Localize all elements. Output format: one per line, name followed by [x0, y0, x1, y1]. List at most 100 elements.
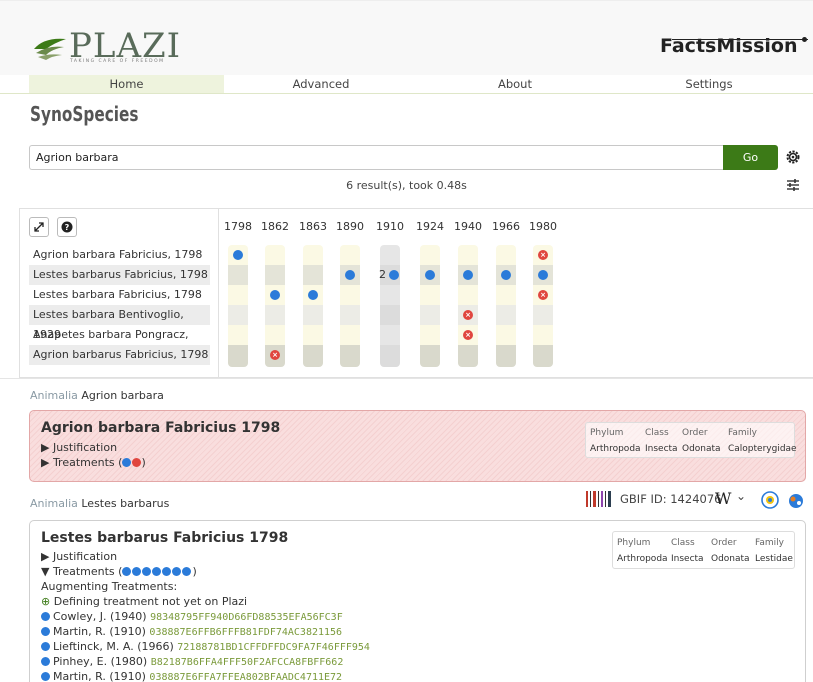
treatment-id[interactable]: 72188781BD1CFFDFFDC9FA7F46FFF954	[177, 642, 370, 653]
timeline-cell	[380, 245, 400, 265]
deprecated-treatment-dot[interactable]: ×	[270, 350, 280, 360]
timeline-cell	[303, 305, 323, 325]
timeline-cell	[420, 345, 440, 367]
taxon-name: Agrion barbara	[81, 389, 164, 402]
treatment-dot[interactable]	[270, 290, 280, 300]
treatment-id[interactable]: 038887E6FFA7FFEA802BFAADC4711E72	[149, 672, 342, 682]
treatment-dot[interactable]	[425, 270, 435, 280]
timeline-cell	[303, 345, 323, 367]
treatment-item[interactable]: Pinhey, E. (1980) B82187B6FFA4FFF50F2AFC…	[41, 655, 343, 668]
treatment-dot[interactable]	[233, 250, 243, 260]
wikidata-icon[interactable]: W	[715, 489, 731, 508]
treatments-label: ▶ Treatments (	[41, 456, 123, 469]
expand-button[interactable]	[29, 217, 49, 237]
treatment-dot	[41, 627, 50, 636]
timeline-cell	[380, 345, 400, 367]
treatment-item[interactable]: Martin, R. (1910) 038887E6FFB6FFFB81FDF7…	[41, 625, 342, 638]
synonym-row[interactable]: Lestes barbara Fabricius, 1798	[29, 285, 210, 305]
treatments-toggle[interactable]: ▼ Treatments ()	[41, 565, 197, 578]
deprecated-treatment-dot[interactable]: ×	[538, 290, 548, 300]
filter-sliders-icon[interactable]	[786, 178, 800, 192]
class-header: Class	[645, 428, 669, 438]
timeline-cell	[340, 285, 360, 305]
classification-table: Phylum Class Order Family Arthropoda Ins…	[612, 531, 795, 569]
timeline-cell	[458, 285, 478, 305]
taxon-name: Lestes barbarus	[81, 497, 170, 510]
expand-icon	[34, 222, 44, 232]
timeline-cell	[380, 305, 400, 325]
deprecated-treatment-dot[interactable]: ×	[538, 250, 548, 260]
taxon-heading: Animalia Agrion barbara	[30, 389, 164, 402]
treatment-dot[interactable]	[538, 270, 548, 280]
timeline-cell	[533, 305, 553, 325]
treatment-dot[interactable]	[389, 270, 399, 280]
treatment-item[interactable]: Cowley, J. (1940) 98348795FF940D66FD8853…	[41, 610, 343, 623]
treatment-dot	[162, 567, 172, 576]
chevron-down-icon[interactable]: ⌄	[736, 489, 746, 503]
treatment-dot	[122, 567, 132, 576]
gear-icon[interactable]	[784, 148, 802, 166]
nav-home[interactable]: Home	[29, 75, 224, 93]
treatment-id[interactable]: 98348795FF940D66FD88535EFA56FC3F	[150, 612, 343, 623]
year-label: 1980	[529, 220, 557, 233]
justification-toggle[interactable]: ▶ Justification	[41, 550, 117, 563]
help-button[interactable]: ?	[57, 217, 77, 237]
order-value: Odonata	[682, 444, 721, 454]
synonym-row[interactable]: Agrion barbarus Fabricius, 1798	[29, 345, 210, 365]
year-label: 1910	[376, 220, 404, 233]
treatment-dot[interactable]	[501, 270, 511, 280]
synonym-row[interactable]: Anapetes barbara Pongracz, 1911	[29, 325, 210, 361]
timeline-divider	[218, 208, 219, 378]
svg-text:?: ?	[65, 223, 70, 232]
family-header: Family	[728, 428, 757, 438]
help-icon: ?	[61, 221, 73, 233]
deprecated-treatment-dot[interactable]: ×	[463, 330, 473, 340]
treatment-dot	[41, 612, 50, 621]
nav-about[interactable]: About	[418, 75, 612, 93]
timeline-cell	[496, 305, 516, 325]
treatment-author: Pinhey, E. (1980)	[53, 655, 148, 668]
class-header: Class	[671, 538, 695, 548]
synonym-row[interactable]: Lestes barbara Bentivoglio, 1929	[29, 305, 210, 341]
treatment-dot	[152, 567, 162, 576]
treatment-dot[interactable]	[308, 290, 318, 300]
timeline-cell	[340, 305, 360, 325]
family-value: Lestidae	[755, 554, 793, 564]
nav-advanced[interactable]: Advanced	[224, 75, 418, 93]
justification-toggle[interactable]: ▶ Justification	[41, 441, 117, 454]
factsmission-dot	[802, 37, 807, 42]
synonym-row[interactable]: Agrion barbara Fabricius, 1798	[29, 245, 210, 265]
deprecated-treatment-dot[interactable]: ×	[463, 310, 473, 320]
phylum-value: Arthropoda	[590, 444, 641, 454]
gbif-link[interactable]: GBIF ID: 1424076	[620, 492, 721, 506]
treatments-toggle[interactable]: ▶ Treatments ()	[41, 456, 146, 469]
timeline-cell	[265, 265, 285, 285]
plus-circle-icon: ⊕	[41, 595, 51, 608]
treatment-id[interactable]: B82187B6FFA4FFF50F2AFCCA8FBFF662	[151, 657, 344, 668]
timeline-cell	[496, 325, 516, 345]
timeline-cell	[228, 305, 248, 325]
barcode-icon[interactable]	[585, 490, 613, 508]
treatment-item[interactable]: Martin, R. (1910) 038887E6FFA7FFEA802BFA…	[41, 670, 342, 682]
timeline-cell	[420, 245, 440, 265]
synonym-row[interactable]: Lestes barbarus Fabricius, 1798	[29, 265, 210, 285]
treatment-count: 2	[379, 268, 386, 281]
search-input[interactable]: Agrion barbara	[29, 145, 724, 170]
timeline-cell	[420, 285, 440, 305]
nav-settings[interactable]: Settings	[612, 75, 806, 93]
page-title: SynoSpecies	[30, 102, 139, 126]
treatment-author: Martin, R. (1910)	[53, 625, 146, 638]
kingdom-label: Animalia	[30, 497, 78, 510]
treatment-dot[interactable]	[463, 270, 473, 280]
checklistbank-icon[interactable]	[786, 490, 806, 510]
timeline-cell	[228, 345, 248, 367]
treatment-dot[interactable]	[345, 270, 355, 280]
treatment-id[interactable]: 038887E6FFB6FFFB81FDF74AC3821156	[149, 627, 342, 638]
factsmission-logo[interactable]: FactsMission	[660, 35, 797, 57]
timeline-cell	[340, 345, 360, 367]
treatment-item[interactable]: Lieftinck, M. A. (1966) 72188781BD1CFFDF…	[41, 640, 370, 653]
class-value: Insecta	[671, 554, 704, 564]
timeline-cell	[420, 305, 440, 325]
catalogue-of-life-icon[interactable]	[760, 490, 780, 510]
go-button[interactable]: Go	[723, 145, 778, 170]
